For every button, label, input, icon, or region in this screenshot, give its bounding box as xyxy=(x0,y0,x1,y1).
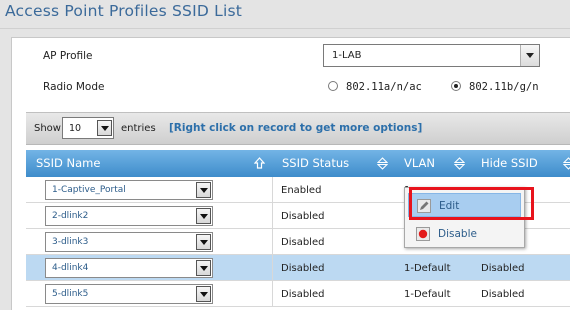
ssid-name: 3-dlink3 xyxy=(52,237,89,247)
ssid-select[interactable]: 4-dlink4 xyxy=(45,258,213,278)
sort-up-icon[interactable] xyxy=(254,157,265,170)
ssid-status: Disabled xyxy=(281,289,325,300)
vlan: 1-Default xyxy=(404,263,451,274)
right-click-hint: [Right click on record to get more optio… xyxy=(169,122,423,134)
ssid-status: Disabled xyxy=(281,237,325,248)
entries-value: 10 xyxy=(69,123,82,134)
radio-label-80211anac: 802.11a/n/ac xyxy=(346,81,422,93)
ssid-select[interactable]: 3-dlink3 xyxy=(45,232,213,252)
ssid-status: Disabled xyxy=(281,263,325,274)
sort-both-icon[interactable] xyxy=(563,157,570,170)
radio-label-80211bgn: 802.11b/g/n xyxy=(469,81,539,93)
red-dot-icon xyxy=(416,227,430,241)
ssid-name: 4-dlink4 xyxy=(52,263,89,273)
col-ssid-status[interactable]: SSID Status xyxy=(282,156,349,170)
vlan: 1-Default xyxy=(404,289,451,300)
ap-profile-label: AP Profile xyxy=(43,50,93,62)
chevron-down-icon[interactable] xyxy=(196,260,211,276)
highlight-callout xyxy=(409,187,534,220)
chevron-down-icon[interactable] xyxy=(196,182,211,198)
col-vlan[interactable]: VLAN xyxy=(404,156,435,170)
col-ssid-name[interactable]: SSID Name xyxy=(36,156,100,170)
chevron-down-icon[interactable] xyxy=(520,45,539,66)
ssid-select[interactable]: 1-Captive_Portal xyxy=(45,180,213,200)
ap-profile-select[interactable]: 1-LAB xyxy=(323,44,540,67)
hide-ssid: Disabled xyxy=(481,263,525,274)
radio-80211bgn[interactable] xyxy=(451,81,461,91)
ssid-status: Disabled xyxy=(281,211,325,222)
entries-label: entries xyxy=(121,123,156,134)
table-row-selected[interactable]: 4-dlink4 Disabled 1-Default Disabled xyxy=(26,255,570,281)
ssid-name: 1-Captive_Portal xyxy=(52,185,126,195)
chevron-down-icon[interactable] xyxy=(97,120,112,136)
disable-label: Disable xyxy=(438,228,477,240)
title-divider xyxy=(0,28,570,29)
ssid-select[interactable]: 5-dlink5 xyxy=(45,284,213,304)
ssid-name: 2-dlink2 xyxy=(52,211,89,221)
chevron-down-icon[interactable] xyxy=(196,208,211,224)
table-header: SSID Name SSID Status VLAN Hide SSID xyxy=(26,150,570,177)
ap-profile-value: 1-LAB xyxy=(332,50,362,61)
chevron-down-icon[interactable] xyxy=(196,286,211,302)
radio-mode-label: Radio Mode xyxy=(43,81,105,93)
table-toolbar: Show 10 entries [Right click on record t… xyxy=(26,112,570,145)
page-title: Access Point Profiles SSID List xyxy=(5,2,243,20)
chevron-down-icon[interactable] xyxy=(196,234,211,250)
ssid-name: 5-dlink5 xyxy=(52,289,89,299)
table-row[interactable]: 5-dlink5 Disabled 1-Default Disabled xyxy=(26,281,570,307)
radio-80211anac[interactable] xyxy=(328,81,338,91)
ssid-status: Enabled xyxy=(281,185,322,196)
hide-ssid: Disabled xyxy=(481,289,525,300)
context-menu-disable[interactable]: Disable xyxy=(408,222,521,246)
show-label: Show xyxy=(34,123,61,134)
col-hide-ssid[interactable]: Hide SSID xyxy=(481,156,538,170)
ssid-select[interactable]: 2-dlink2 xyxy=(45,206,213,226)
sort-both-icon[interactable] xyxy=(454,157,465,170)
entries-select[interactable]: 10 xyxy=(62,117,114,139)
sort-both-icon[interactable] xyxy=(377,157,388,170)
